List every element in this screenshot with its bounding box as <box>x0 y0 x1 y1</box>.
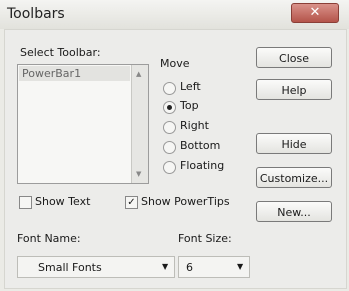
move-bottom-label: Bottom <box>180 139 221 152</box>
help-button[interactable]: Help <box>256 79 332 100</box>
show-powertips-label: Show PowerTips <box>141 195 230 208</box>
close-icon: ✕ <box>309 5 321 20</box>
show-text-checkbox[interactable] <box>19 196 32 209</box>
show-powertips-checkbox[interactable]: ✓ <box>125 196 138 209</box>
move-bottom-radio[interactable] <box>163 141 176 154</box>
customize-button[interactable]: Customize... <box>256 167 332 188</box>
move-floating-radio[interactable] <box>163 161 176 174</box>
move-left-radio[interactable] <box>163 82 176 95</box>
toolbar-listbox[interactable]: PowerBar1 ▲ ▼ <box>17 64 149 184</box>
move-group-label: Move <box>160 57 190 70</box>
font-size-value: 6 <box>186 261 193 274</box>
font-name-value: Small Fonts <box>38 261 102 274</box>
select-toolbar-label: Select Toolbar: <box>20 46 101 59</box>
scroll-down-icon[interactable]: ▼ <box>136 170 141 178</box>
new-button[interactable]: New... <box>256 201 332 222</box>
show-text-label: Show Text <box>35 195 91 208</box>
move-top-radio[interactable] <box>163 101 176 114</box>
font-name-label: Font Name: <box>17 232 81 245</box>
toolbars-dialog: Toolbars ✕ Select Toolbar: PowerBar1 ▲ ▼… <box>0 0 349 291</box>
move-right-radio[interactable] <box>163 121 176 134</box>
hide-button[interactable]: Hide <box>256 133 332 154</box>
font-name-select[interactable]: Small Fonts ▼ <box>17 256 175 278</box>
chevron-down-icon[interactable]: ▼ <box>162 262 168 271</box>
window-title: Toolbars <box>7 6 65 22</box>
move-right-label: Right <box>180 119 209 132</box>
move-floating-label: Floating <box>180 159 225 172</box>
checkmark-icon: ✓ <box>127 197 136 208</box>
close-button[interactable]: Close <box>256 47 332 68</box>
font-size-select[interactable]: 6 ▼ <box>178 256 250 278</box>
listbox-scrollbar[interactable]: ▲ ▼ <box>131 65 148 183</box>
font-size-label: Font Size: <box>178 232 232 245</box>
toolbar-list-item[interactable]: PowerBar1 <box>19 66 130 81</box>
window-close-button[interactable]: ✕ <box>291 3 339 23</box>
move-top-label: Top <box>180 99 199 112</box>
chevron-down-icon[interactable]: ▼ <box>237 262 243 271</box>
scroll-up-icon[interactable]: ▲ <box>136 70 141 78</box>
title-bar: Toolbars ✕ <box>0 0 349 29</box>
move-left-label: Left <box>180 80 201 93</box>
